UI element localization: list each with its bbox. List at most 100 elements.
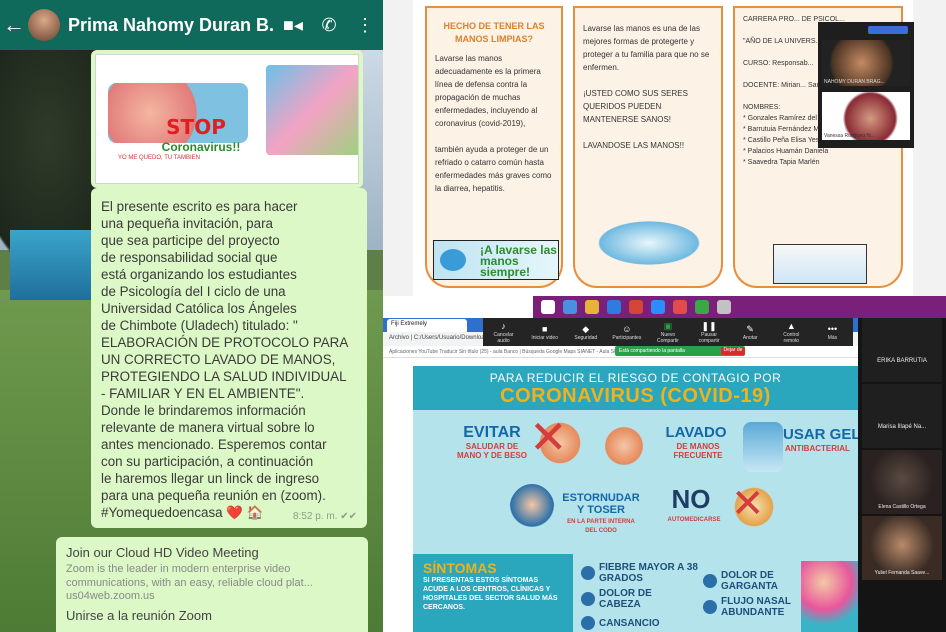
participants-button[interactable]: ☺ Participantes bbox=[612, 323, 642, 341]
banner-text: ¡A lavarse las manos siempre! bbox=[480, 243, 557, 279]
link-domain: us04web.zoom.us bbox=[66, 590, 155, 602]
participant-tile[interactable]: Yuliet Fernanda Saave... bbox=[862, 516, 942, 580]
video-call-icon[interactable]: ■◂ bbox=[275, 15, 311, 36]
poster-stop-text: STOP bbox=[166, 115, 226, 139]
mute-audio-button[interactable]: ♪ Cancelar audio bbox=[489, 320, 519, 344]
thermometer-icon bbox=[581, 566, 595, 580]
participant-video-1: NAHOMY DURAN BRAG... bbox=[822, 40, 910, 86]
chrome-icon[interactable] bbox=[629, 300, 643, 314]
symptoms-box: SÍNTOMAS SI PRESENTAS ESTOS SÍNTOMAS ACU… bbox=[413, 554, 573, 632]
panel2-text: Lavarse las manos es una de las mejores … bbox=[583, 24, 710, 150]
estornudar-subtext: EN LA PARTE INTERNA DEL CODO bbox=[567, 519, 635, 534]
poster-footer: YO ME QUEDO, TU TAMBIEN bbox=[118, 155, 201, 161]
participant-tile[interactable]: Marisa Illapé Na... bbox=[862, 384, 942, 448]
settings-icon[interactable] bbox=[717, 300, 731, 314]
panel1-heading: HECHO DE TENER LAS MANOS LIMPIAS? bbox=[443, 21, 545, 44]
symptom-fever: FIEBRE MAYOR A 38 GRADOS bbox=[599, 562, 698, 584]
participant-name: NAHOMY DURAN BRAG... bbox=[824, 79, 885, 85]
excel-icon[interactable] bbox=[695, 300, 709, 314]
people-icon: ☺ bbox=[622, 324, 632, 334]
share-screen-icon: ▣ bbox=[663, 321, 673, 331]
join-zoom-link[interactable]: Unirse a la reunión Zoom bbox=[66, 608, 358, 623]
folder-icon[interactable] bbox=[585, 300, 599, 314]
word-icon[interactable] bbox=[607, 300, 621, 314]
panel1-text: Lavarse las manos adecuadamente es la pr… bbox=[435, 54, 552, 193]
security-button[interactable]: ◆ Seguridad bbox=[571, 323, 601, 341]
tired-icon bbox=[581, 616, 595, 630]
poster-coronavirus-text: Coronavirus!! bbox=[161, 140, 241, 154]
symptoms-title: SÍNTOMAS bbox=[423, 560, 497, 576]
infographic-subtitle: PARA REDUCIR EL RIESGO DE CONTAGIO POR bbox=[489, 371, 782, 385]
zoom-mini-window[interactable]: NAHOMY DURAN BRAG... Vanessa Rodgiuez N.… bbox=[818, 22, 914, 148]
symptoms-text: SI PRESENTAS ESTOS SÍNTOMAS ACUDE A LOS … bbox=[423, 577, 558, 611]
zoom-participants-panel: ERIKA BARRUTIA Marisa Illapé Na... Elena… bbox=[858, 318, 946, 632]
text-message[interactable]: El presente escrito es para hacer una pe… bbox=[91, 188, 367, 528]
start-video-button[interactable]: ■ Iniciar video bbox=[530, 323, 560, 341]
sore-throat-icon bbox=[703, 574, 717, 588]
taskbar-app-icon[interactable] bbox=[563, 300, 577, 314]
more-options-icon[interactable]: ⋮ bbox=[347, 15, 383, 36]
stop-coronavirus-poster[interactable]: STOP Coronavirus!! YO ME QUEDO, TU TAMBI… bbox=[95, 54, 359, 184]
back-arrow-icon[interactable]: ← bbox=[0, 12, 28, 38]
camera-icon: ■ bbox=[541, 324, 548, 334]
stop-share-button[interactable]: Dejar de bbox=[721, 347, 745, 355]
lavado-subtext: DE MANOS FRECUENTE bbox=[673, 442, 723, 460]
participant-name: Yuliet Fernanda Saave... bbox=[874, 570, 930, 576]
sneezing-illustration bbox=[509, 484, 555, 536]
covid-infographic: PARA REDUCIR EL RIESGO DE CONTAGIO POR C… bbox=[413, 366, 858, 632]
hand-wash-logo-icon bbox=[440, 249, 466, 271]
brochure-panel-2: Lavarse las manos es una de las mejores … bbox=[573, 6, 723, 288]
contact-name[interactable]: Prima Nahomy Duran B... bbox=[68, 15, 275, 36]
runny-nose-icon bbox=[703, 600, 717, 614]
poster-side-illustration bbox=[266, 65, 358, 155]
link-preview-message[interactable]: Join our Cloud HD Video Meeting Zoom is … bbox=[56, 537, 368, 632]
participant-name: Elena Castillo Ortega bbox=[878, 504, 926, 510]
participant-name: ERIKA BARRUTIA bbox=[877, 358, 927, 364]
browser-window: Fiji Extremely Archivo | C:/Users/Usuari… bbox=[383, 296, 946, 632]
symptom-headache: DOLOR DE CABEZA bbox=[599, 588, 652, 610]
no-heading: NO bbox=[671, 484, 711, 514]
phone-icon[interactable]: ✆ bbox=[311, 15, 347, 36]
mouse-icon: ▲ bbox=[786, 321, 796, 331]
symptom-runny-nose: FLUJO NASAL ABUNDANTE bbox=[721, 596, 791, 618]
participant-tile[interactable]: ERIKA BARRUTIA bbox=[862, 318, 942, 382]
avatar[interactable] bbox=[28, 9, 60, 41]
more-button[interactable]: ••• Más bbox=[817, 323, 847, 341]
zoom-share-toolbar: ♪ Cancelar audio ■ Iniciar video ◆ Segurida… bbox=[483, 318, 853, 346]
cross-icon: ✕ bbox=[529, 411, 568, 463]
infographic-header: PARA REDUCIR EL RIESGO DE CONTAGIO POR C… bbox=[413, 366, 858, 410]
pause-share-button[interactable]: ❚❚ Pausar compartir bbox=[694, 320, 724, 344]
infographic-title: CORONAVIRUS (COVID-19) bbox=[500, 385, 771, 407]
annotate-button[interactable]: ✎ Anotar bbox=[735, 323, 765, 341]
participant-name: Vanessa Rodgiuez N... bbox=[824, 133, 875, 139]
image-message[interactable]: STOP Coronavirus!! YO ME QUEDO, TU TAMBI… bbox=[91, 50, 363, 188]
evitar-heading: EVITAR bbox=[463, 424, 521, 441]
washing-hands-illustration bbox=[599, 424, 649, 468]
zoom-mini-button[interactable] bbox=[868, 26, 908, 34]
link-title[interactable]: Join our Cloud HD Video Meeting bbox=[66, 545, 358, 560]
more-icon: ••• bbox=[827, 324, 838, 334]
browser-tab[interactable]: Fiji Extremely bbox=[387, 319, 467, 332]
symptom-fatigue: CANSANCIO bbox=[599, 618, 660, 629]
powerpoint-icon[interactable] bbox=[673, 300, 687, 314]
pen-icon: ✎ bbox=[746, 324, 754, 334]
new-share-button[interactable]: ▣ Nuevo Compartir bbox=[653, 320, 683, 344]
remote-control-button[interactable]: ▲ Control remoto bbox=[776, 320, 806, 344]
estornudar-heading: ESTORNUDAR Y TOSER bbox=[562, 492, 640, 516]
gel-bottle-illustration bbox=[743, 422, 783, 472]
no-subtext: AUTOMEDICARSE bbox=[667, 517, 721, 523]
usar-gel-heading: USAR GEL bbox=[783, 426, 858, 443]
start-icon[interactable] bbox=[541, 300, 555, 314]
hand-wash-steps-image bbox=[773, 244, 867, 284]
participant-tile[interactable]: Elena Castillo Ortega bbox=[862, 450, 942, 514]
zoom-icon[interactable] bbox=[651, 300, 665, 314]
cross-icon: ✕ bbox=[731, 482, 765, 526]
hand-wash-logo-image bbox=[591, 218, 707, 268]
evitar-subtext: SALUDAR DE MANO Y DE BESO bbox=[457, 442, 527, 460]
symptom-sore-throat: DOLOR DE GARGANTA bbox=[721, 570, 779, 592]
pause-icon: ❚❚ bbox=[701, 321, 717, 331]
message-text: El presente escrito es para hacer una pe… bbox=[101, 199, 349, 520]
message-timestamp: 8:52 p. m. ✔✔ bbox=[292, 511, 357, 522]
whatsapp-window: ← Prima Nahomy Duran B... ■◂ ✆ ⋮ STOP Co… bbox=[0, 0, 383, 632]
microphone-icon: ♪ bbox=[501, 321, 506, 331]
